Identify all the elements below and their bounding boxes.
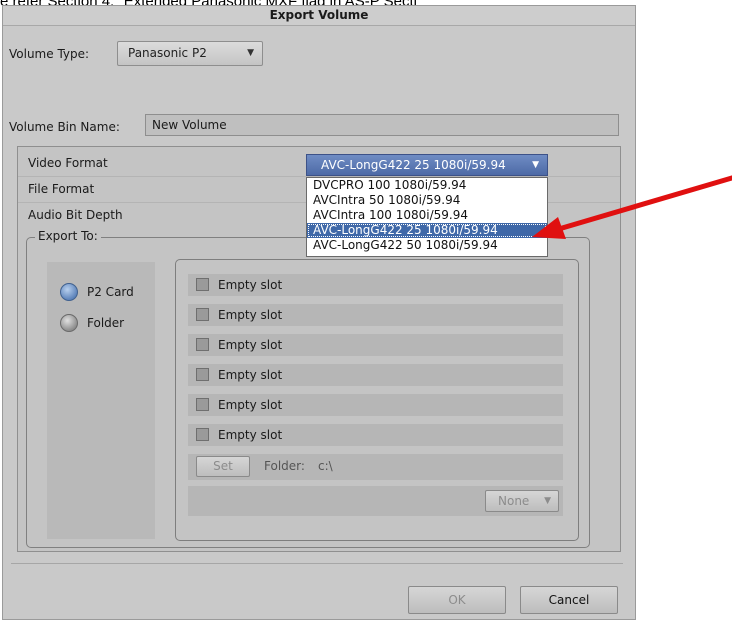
export-to-group: Export To: P2 Card Folder Empty slot Emp… bbox=[26, 229, 590, 548]
slot-label: Empty slot bbox=[218, 308, 283, 322]
dialog-title: Export Volume bbox=[3, 6, 635, 26]
slot-checkbox[interactable] bbox=[196, 338, 209, 351]
folder-path: c:\ bbox=[318, 459, 333, 473]
slot-label: Empty slot bbox=[218, 338, 283, 352]
dropdown-option[interactable]: AVCIntra 100 1080i/59.94 bbox=[307, 208, 547, 223]
slot-row[interactable]: Empty slot bbox=[188, 424, 563, 446]
slot-checkbox[interactable] bbox=[196, 278, 209, 291]
folder-row: Set Folder: c:\ bbox=[188, 454, 563, 480]
slot-checkbox[interactable] bbox=[196, 398, 209, 411]
arrow-shaft bbox=[551, 175, 732, 234]
volume-type-label: Volume Type: bbox=[9, 47, 90, 61]
slot-row[interactable]: Empty slot bbox=[188, 334, 563, 356]
dropdown-option[interactable]: DVCPRO 100 1080i/59.94 bbox=[307, 178, 547, 193]
p2-card-radio[interactable] bbox=[60, 283, 78, 301]
file-format-label: File Format bbox=[28, 182, 95, 196]
annotation-arrow-icon bbox=[532, 175, 732, 239]
slot-row[interactable]: Empty slot bbox=[188, 274, 563, 296]
dropdown-option[interactable]: AVCIntra 50 1080i/59.94 bbox=[307, 193, 547, 208]
folder-radio-label: Folder bbox=[87, 316, 125, 330]
slot-checkbox[interactable] bbox=[196, 428, 209, 441]
chevron-down-icon: ▼ bbox=[544, 496, 551, 506]
volume-type-value: Panasonic P2 bbox=[128, 46, 207, 60]
slot-label: Empty slot bbox=[218, 398, 283, 412]
folder-label: Folder: bbox=[264, 459, 305, 473]
slot-label: Empty slot bbox=[218, 278, 283, 292]
arrow-head bbox=[532, 217, 566, 239]
slot-row[interactable]: Empty slot bbox=[188, 304, 563, 326]
dropdown-option[interactable]: AVC-LongG422 50 1080i/59.94 bbox=[307, 238, 547, 253]
slot-checkbox[interactable] bbox=[196, 368, 209, 381]
video-format-dropdown: DVCPRO 100 1080i/59.94 AVCIntra 50 1080i… bbox=[306, 177, 548, 257]
slot-checkbox[interactable] bbox=[196, 308, 209, 321]
volume-bin-name-field[interactable]: New Volume bbox=[145, 114, 619, 136]
video-format-label: Video Format bbox=[28, 156, 108, 170]
p2-card-label: P2 Card bbox=[87, 285, 134, 299]
cancel-button[interactable]: Cancel bbox=[520, 586, 618, 614]
button-separator bbox=[11, 563, 623, 564]
chevron-down-icon: ▼ bbox=[532, 160, 539, 170]
audio-bit-depth-label: Audio Bit Depth bbox=[28, 208, 123, 222]
video-format-combo[interactable]: AVC-LongG422 25 1080i/59.94 ▼ bbox=[306, 154, 548, 176]
set-button[interactable]: Set bbox=[196, 456, 250, 477]
ok-button[interactable]: OK bbox=[408, 586, 506, 614]
slots-panel: Empty slot Empty slot Empty slot Empty s… bbox=[175, 259, 579, 541]
chevron-down-icon: ▼ bbox=[247, 48, 254, 58]
export-to-label: Export To: bbox=[35, 229, 101, 243]
none-label: None bbox=[498, 494, 530, 508]
none-row: None ▼ bbox=[188, 486, 563, 516]
video-format-value: AVC-LongG422 25 1080i/59.94 bbox=[321, 158, 506, 172]
slot-label: Empty slot bbox=[218, 368, 283, 382]
settings-panel: Video Format File Format Audio Bit Depth… bbox=[17, 146, 621, 552]
volume-bin-label: Volume Bin Name: bbox=[9, 120, 120, 134]
export-volume-dialog: Export Volume Volume Type: Panasonic P2 … bbox=[2, 5, 636, 620]
dropdown-option-selected[interactable]: AVC-LongG422 25 1080i/59.94 bbox=[307, 223, 547, 238]
none-combo[interactable]: None ▼ bbox=[485, 490, 559, 512]
folder-radio[interactable] bbox=[60, 314, 78, 332]
slot-row[interactable]: Empty slot bbox=[188, 364, 563, 386]
volume-type-combo[interactable]: Panasonic P2 ▼ bbox=[117, 41, 263, 66]
slot-label: Empty slot bbox=[218, 428, 283, 442]
slot-row[interactable]: Empty slot bbox=[188, 394, 563, 416]
destination-pane: P2 Card Folder bbox=[47, 262, 155, 539]
